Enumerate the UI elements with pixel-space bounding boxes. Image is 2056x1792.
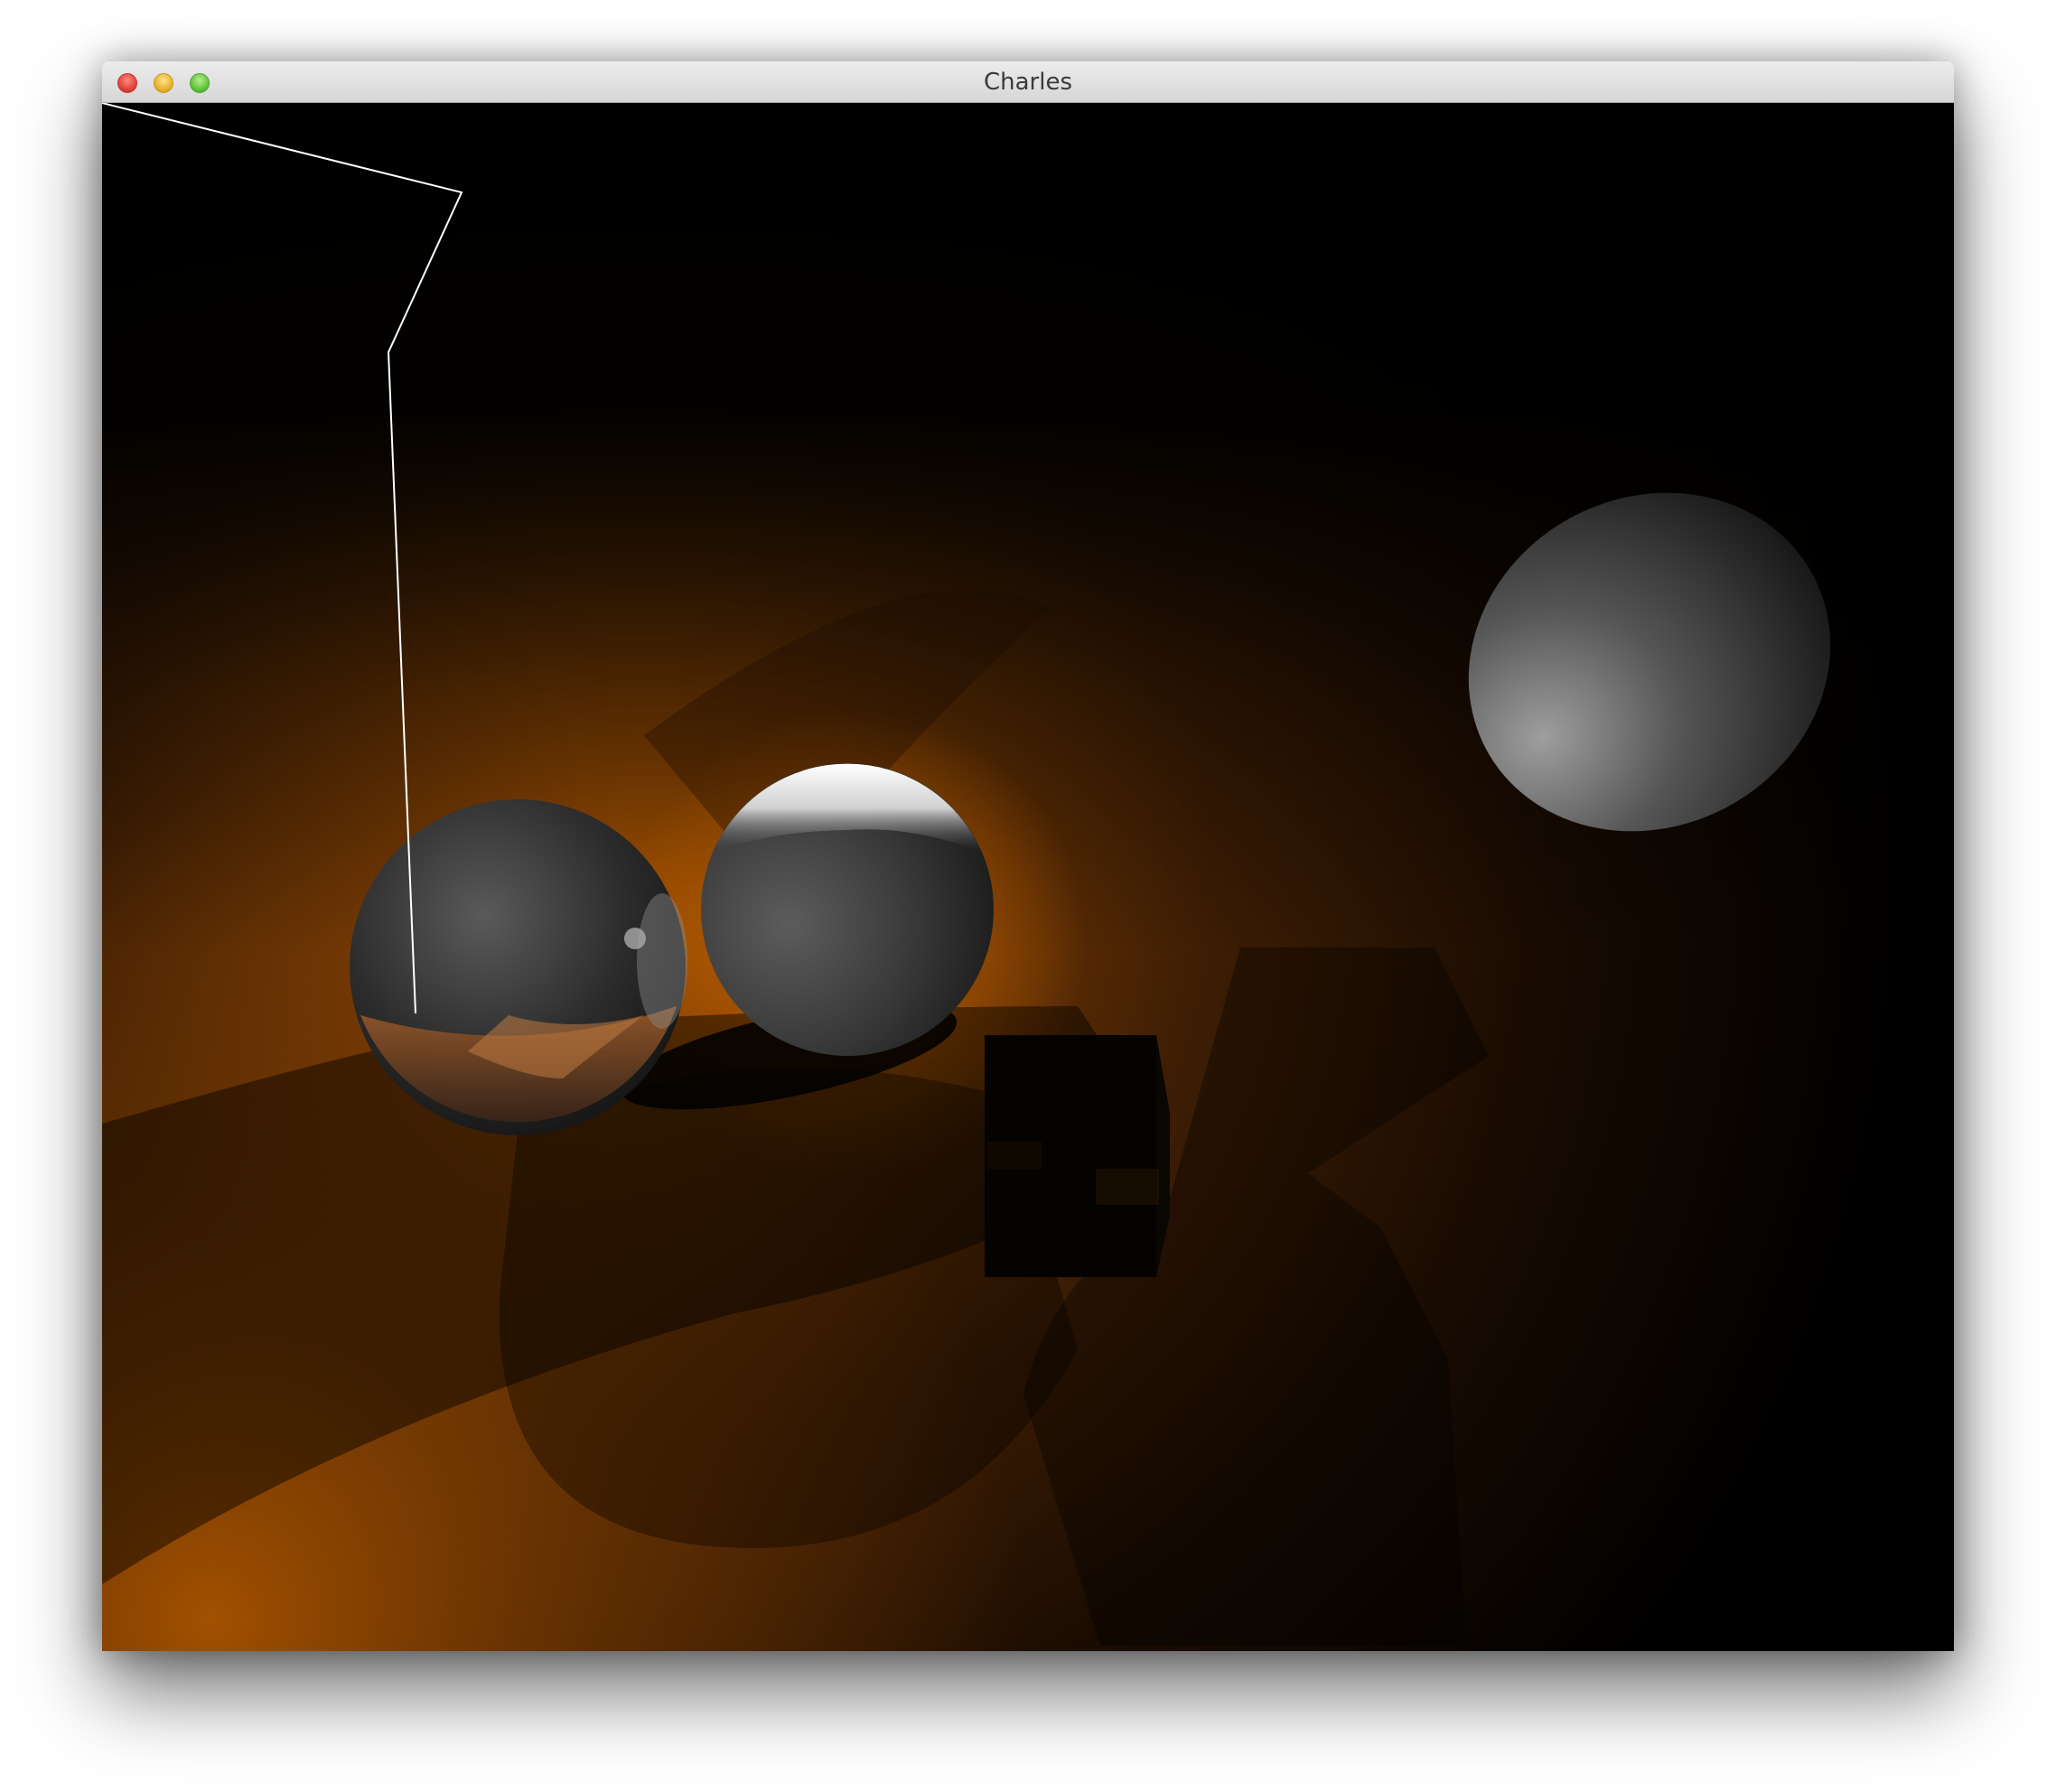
window-title: Charles [983, 69, 1073, 96]
render-scene [102, 103, 1954, 1651]
render-canvas[interactable] [102, 103, 1954, 1651]
glass-sphere-bead [624, 928, 646, 949]
title-bar[interactable]: Charles [102, 61, 1954, 103]
app-window: Charles [102, 61, 1954, 1651]
glass-sphere-rim [637, 893, 687, 1029]
